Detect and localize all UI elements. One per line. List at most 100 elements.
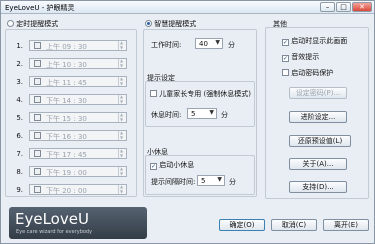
enable-short-break-label: 启动小休息 xyxy=(159,161,195,169)
advanced-settings-button[interactable]: 进阶设定... xyxy=(289,111,347,123)
time-picker[interactable]: 下午 14 : 30 xyxy=(29,94,127,105)
enable-short-break-checkbox[interactable]: ✓ 启动小休息 xyxy=(150,160,194,170)
chevron-down-icon: ▼ xyxy=(217,176,222,183)
time-value: 下午 15 : 30 xyxy=(46,115,87,123)
exit-button[interactable]: 离开(E) xyxy=(323,219,369,231)
short-interval-unit: 分 xyxy=(229,178,236,186)
app-logo: EyeLoveU Eye care wizard for everybody xyxy=(9,207,147,239)
close-button[interactable]: ✕ xyxy=(352,2,372,12)
checkbox-icon xyxy=(150,90,157,97)
chevron-down-icon: ▼ xyxy=(209,109,214,116)
radio-icon xyxy=(7,20,14,27)
show-on-start-label: 启动时显示此画面 xyxy=(291,37,348,45)
time-picker[interactable]: 下午 15 : 30 xyxy=(29,112,127,123)
checkbox-icon: ✓ xyxy=(282,39,289,46)
row-checkbox[interactable] xyxy=(34,78,41,85)
row-number: 3. xyxy=(16,78,23,86)
row-number: 6. xyxy=(16,132,23,140)
short-interval-value: 5 xyxy=(201,177,206,185)
row-checkbox[interactable] xyxy=(34,96,41,103)
rest-time-select[interactable]: 5 ▼ xyxy=(187,108,217,119)
row-checkbox[interactable] xyxy=(34,60,41,67)
set-password-button[interactable]: 设定密码(P)... xyxy=(289,87,347,99)
short-interval-label: 提示间隔时间: xyxy=(151,178,196,186)
row-number: 1. xyxy=(16,42,23,50)
smart-mode-label: 智慧提醒模式 xyxy=(154,20,197,28)
time-picker[interactable]: 下午 19 : 00 xyxy=(29,166,127,177)
scheduled-mode-radio[interactable]: 定时提醒模式 xyxy=(7,19,58,29)
spinner-icon[interactable] xyxy=(118,76,126,86)
spinner-icon[interactable] xyxy=(118,166,126,176)
parent-mode-checkbox[interactable]: 儿童家长专用 (强制休息模式) xyxy=(150,89,251,99)
work-time-value: 40 xyxy=(199,40,208,48)
spinner-icon[interactable] xyxy=(118,58,126,68)
time-value: 下午 20 : 00 xyxy=(46,187,87,195)
time-value: 上午 10 : 30 xyxy=(46,61,87,69)
row-checkbox[interactable] xyxy=(34,186,41,193)
rest-time-unit: 分 xyxy=(221,111,228,119)
time-picker[interactable]: 上午 09 : 30 xyxy=(29,40,127,51)
row-number: 8. xyxy=(16,168,23,176)
support-button[interactable]: 支持(D)... xyxy=(289,181,347,193)
spinner-icon[interactable] xyxy=(118,94,126,104)
row-checkbox[interactable] xyxy=(34,168,41,175)
sound-alert-label: 音效提示 xyxy=(291,53,320,61)
spinner-icon[interactable] xyxy=(118,130,126,140)
title-bar: EyeLoveU - 护眼精灵 – □ ✕ xyxy=(1,1,374,14)
row-number: 2. xyxy=(16,60,23,68)
show-on-start-checkbox[interactable]: ✓ 启动时显示此画面 xyxy=(282,36,347,46)
parent-mode-label: 儿童家长专用 (强制休息模式) xyxy=(159,90,251,98)
restore-defaults-button[interactable]: 还原预设值(L) xyxy=(289,135,351,147)
checkbox-icon xyxy=(282,69,289,76)
checkbox-icon: ✓ xyxy=(282,55,289,62)
time-picker[interactable]: 下午 17 : 45 xyxy=(29,148,127,159)
time-value: 下午 16 : 30 xyxy=(46,133,87,141)
time-value: 下午 14 : 30 xyxy=(46,97,87,105)
settings-window: EyeLoveU - 护眼精灵 – □ ✕ 定时提醒模式 1. 上午 09 : … xyxy=(0,0,375,244)
time-picker[interactable]: 下午 16 : 30 xyxy=(29,130,127,141)
reminder-settings-group xyxy=(145,81,255,127)
row-number: 5. xyxy=(16,114,23,122)
smart-mode-radio[interactable]: 智慧提醒模式 xyxy=(145,19,196,29)
rest-time-value: 5 xyxy=(191,110,196,118)
ok-button[interactable]: 确定(O) xyxy=(219,219,265,231)
time-value: 上午 09 : 30 xyxy=(46,43,87,51)
short-interval-select[interactable]: 5 ▼ xyxy=(197,175,225,186)
spinner-icon[interactable] xyxy=(118,148,126,158)
row-number: 4. xyxy=(16,96,23,104)
checkbox-icon: ✓ xyxy=(150,163,157,170)
work-time-select[interactable]: 40 ▼ xyxy=(195,38,223,49)
scheduled-mode-label: 定时提醒模式 xyxy=(16,20,59,28)
row-checkbox[interactable] xyxy=(34,150,41,157)
time-value: 下午 17 : 45 xyxy=(46,151,87,159)
password-protect-checkbox[interactable]: 启动密码保护 xyxy=(282,68,333,78)
row-number: 9. xyxy=(16,186,23,194)
logo-name: EyeLoveU xyxy=(15,210,89,228)
radio-icon xyxy=(145,20,152,27)
window-controls: – □ ✕ xyxy=(320,2,372,12)
time-picker[interactable]: 下午 20 : 00 xyxy=(29,184,127,195)
row-number: 7. xyxy=(16,150,23,158)
row-checkbox[interactable] xyxy=(34,42,41,49)
time-picker[interactable]: 上午 11 : 45 xyxy=(29,76,127,87)
about-button[interactable]: 关于(A)... xyxy=(289,158,347,170)
rest-time-label: 休息时间: xyxy=(151,111,182,119)
minimize-button[interactable]: – xyxy=(320,2,335,12)
spinner-icon[interactable] xyxy=(118,40,126,50)
spinner-icon[interactable] xyxy=(118,112,126,122)
work-time-unit: 分 xyxy=(228,41,235,49)
row-checkbox[interactable] xyxy=(34,132,41,139)
time-picker[interactable]: 上午 10 : 30 xyxy=(29,58,127,69)
logo-tagline: Eye care wizard for everybody xyxy=(16,229,93,235)
work-time-label: 工作时间: xyxy=(151,41,182,49)
cancel-button[interactable]: 取消(C) xyxy=(271,219,317,231)
time-value: 下午 19 : 00 xyxy=(46,169,87,177)
spinner-icon[interactable] xyxy=(118,184,126,194)
window-title: EyeLoveU - 护眼精灵 xyxy=(5,4,75,12)
chevron-down-icon: ▼ xyxy=(215,39,220,46)
row-checkbox[interactable] xyxy=(34,114,41,121)
time-value: 上午 11 : 45 xyxy=(46,79,87,87)
password-protect-label: 启动密码保护 xyxy=(291,69,334,77)
maximize-button[interactable]: □ xyxy=(336,2,351,12)
sound-alert-checkbox[interactable]: ✓ 音效提示 xyxy=(282,52,319,62)
